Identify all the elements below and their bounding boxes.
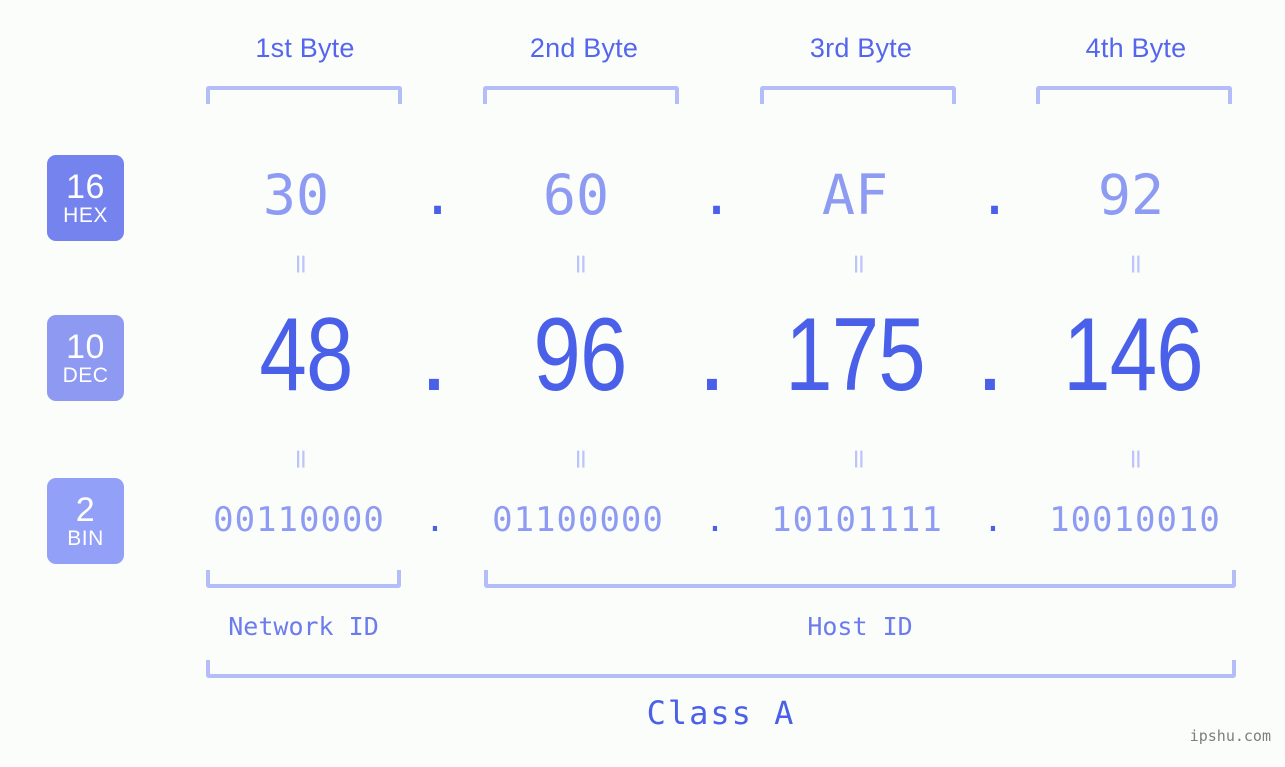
- base-badge-bin-name: BIN: [67, 527, 104, 550]
- hex-octet-4: 92: [1097, 163, 1165, 227]
- bin-dot-3: .: [982, 500, 1004, 540]
- byte-header-4: 4th Byte: [1085, 33, 1187, 63]
- base-badge-hex-name: HEX: [63, 204, 108, 227]
- equals-separator-hex-dec-2: =: [565, 252, 597, 275]
- network-id-label: Network ID: [228, 612, 379, 641]
- byte-bracket-3: [760, 86, 956, 104]
- equals-separator-hex-dec-4: =: [1120, 252, 1152, 275]
- bin-octet-4: 10010010: [1049, 500, 1221, 540]
- byte-bracket-4: [1036, 86, 1232, 104]
- host-id-label: Host ID: [807, 612, 913, 641]
- byte-header-1: 1st Byte: [255, 33, 355, 63]
- base-badge-dec-name: DEC: [62, 364, 109, 387]
- equals-separator-hex-dec-1: =: [285, 252, 317, 275]
- bin-octet-1: 00110000: [213, 500, 385, 540]
- base-badge-hex-number: 16: [66, 168, 105, 206]
- dec-dot-2: .: [697, 297, 727, 413]
- dec-dot-1: .: [419, 297, 449, 413]
- bin-dot-1: .: [424, 500, 446, 540]
- bin-value-row: 00110000 . 01100000 . 10101111 . 1001001…: [150, 492, 1285, 548]
- hex-dot-1: .: [421, 163, 455, 227]
- bin-octet-3: 10101111: [771, 500, 943, 540]
- network-id-bracket: [206, 570, 401, 588]
- base-badge-dec: 10 DEC: [47, 315, 124, 401]
- dec-value-row: 48 . 96 . 175 . 146: [150, 300, 1285, 410]
- watermark: ipshu.com: [1189, 727, 1271, 745]
- equals-separator-dec-bin-1: =: [285, 447, 317, 470]
- base-badge-bin-number: 2: [75, 491, 96, 529]
- hex-octet-3: AF: [821, 163, 889, 227]
- equals-separator-dec-bin-3: =: [843, 447, 875, 470]
- ip-address-breakdown-diagram: 1st Byte 2nd Byte 3rd Byte 4th Byte 16 H…: [0, 0, 1285, 767]
- equals-separator-hex-dec-3: =: [843, 252, 875, 275]
- host-id-bracket: [484, 570, 1236, 588]
- dec-octet-1: 48: [259, 297, 353, 413]
- hex-dot-3: .: [978, 163, 1012, 227]
- hex-value-row: 30 . 60 . AF . 92: [150, 152, 1285, 238]
- base-badge-hex: 16 HEX: [47, 155, 124, 241]
- byte-bracket-1: [206, 86, 402, 104]
- byte-bracket-2: [483, 86, 679, 104]
- class-bracket: [206, 660, 1236, 678]
- bin-dot-2: .: [704, 500, 726, 540]
- byte-header-3: 3rd Byte: [809, 33, 913, 63]
- dec-octet-2: 96: [533, 297, 627, 413]
- hex-dot-2: .: [700, 163, 734, 227]
- hex-octet-2: 60: [542, 163, 610, 227]
- equals-separator-dec-bin-2: =: [565, 447, 597, 470]
- equals-separator-dec-bin-4: =: [1120, 447, 1152, 470]
- base-badge-bin: 2 BIN: [47, 478, 124, 564]
- hex-octet-1: 30: [262, 163, 330, 227]
- dec-dot-3: .: [975, 297, 1005, 413]
- base-badge-dec-number: 10: [66, 328, 105, 366]
- dec-octet-3: 175: [785, 297, 926, 413]
- class-label: Class A: [646, 694, 796, 732]
- byte-header-2: 2nd Byte: [529, 33, 639, 63]
- dec-octet-4: 146: [1063, 297, 1204, 413]
- bin-octet-2: 01100000: [492, 500, 664, 540]
